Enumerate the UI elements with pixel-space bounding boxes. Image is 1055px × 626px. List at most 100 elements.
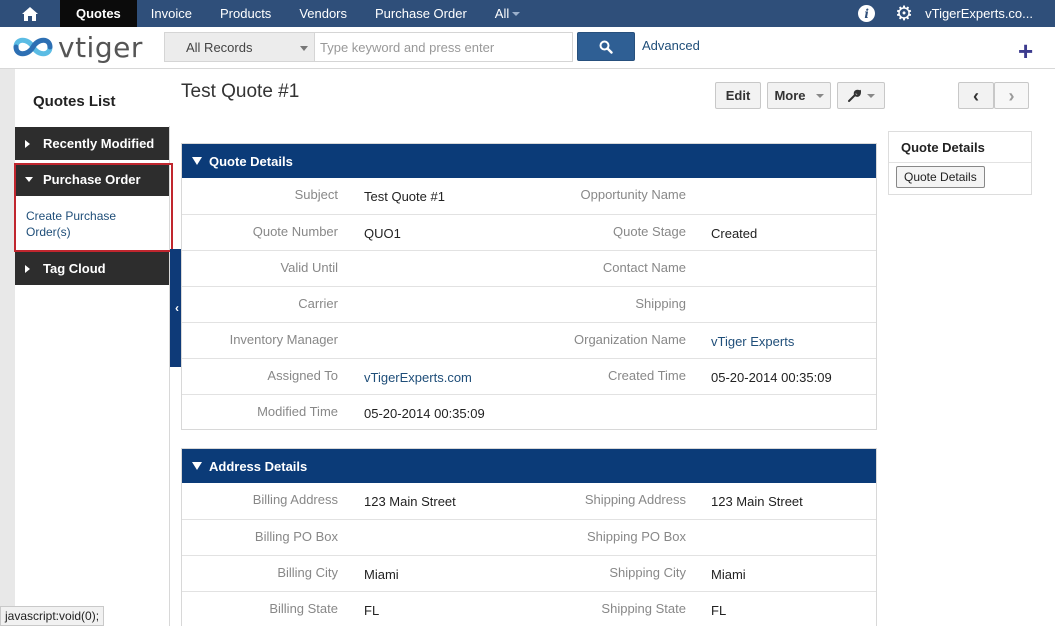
field-value[interactable]: vTiger Experts xyxy=(711,334,794,349)
detail-row: Billing City Miami Shipping City Miami xyxy=(182,555,876,591)
create-purchase-order-link[interactable]: Create Purchase Order(s) xyxy=(26,208,161,240)
more-button[interactable]: More xyxy=(767,82,831,109)
sidebar-section-tag-cloud[interactable]: Tag Cloud xyxy=(15,252,169,285)
detail-row: Quote Number QUO1 Quote Stage Created xyxy=(182,214,876,250)
chevron-right-icon: › xyxy=(1008,85,1015,106)
field-label: Organization Name xyxy=(574,332,686,347)
detail-row: Carrier Shipping xyxy=(182,286,876,322)
field-value: QUO1 xyxy=(364,226,401,241)
logo-icon xyxy=(13,37,53,57)
nav-quotes[interactable]: Quotes xyxy=(60,0,137,27)
filter-value: All Records xyxy=(186,40,253,55)
field-value: Miami xyxy=(364,567,399,582)
field-label: Shipping Address xyxy=(584,492,686,507)
advanced-search-link[interactable]: Advanced xyxy=(642,38,700,53)
sidebar: Quotes List Recently Modified Purchase O… xyxy=(0,69,170,626)
field-label: Assigned To xyxy=(267,368,338,383)
chevron-down-icon xyxy=(300,46,308,51)
nav-products[interactable]: Products xyxy=(206,0,285,27)
field-label: Valid Until xyxy=(280,260,338,275)
detail-row: Inventory Manager Organization Name vTiger… xyxy=(182,322,876,358)
next-record-button[interactable]: › xyxy=(994,82,1029,109)
field-value: 123 Main Street xyxy=(711,494,803,509)
browser-status-bar: javascript:void(0); xyxy=(0,606,105,626)
quote-details-header[interactable]: Quote Details xyxy=(182,144,876,178)
quote-details-button[interactable]: Quote Details xyxy=(896,166,985,188)
sidebar-section-purchase-order[interactable]: Purchase Order xyxy=(15,163,169,196)
previous-record-button[interactable]: ‹ xyxy=(958,82,994,109)
section-label: Recently Modified xyxy=(43,136,155,151)
detail-row: Billing Address 123 Main Street Shipping A… xyxy=(182,483,876,519)
top-nav-bar: Quotes Invoice Products Vendors Purchase… xyxy=(0,0,1055,27)
search-icon xyxy=(599,40,613,54)
nav-vendors[interactable]: Vendors xyxy=(285,0,361,27)
chevron-down-icon xyxy=(25,177,33,182)
record-filter-select[interactable]: All Records xyxy=(164,32,314,62)
detail-row: Assigned To vTigerExperts.com Created Time… xyxy=(182,358,876,394)
field-label: Contact Name xyxy=(602,260,686,275)
chevron-down-icon xyxy=(867,93,875,98)
field-label: Opportunity Name xyxy=(580,187,687,202)
field-label: Shipping PO Box xyxy=(586,529,686,544)
related-panel: Quote Details Quote Details xyxy=(888,131,1032,195)
field-value: FL xyxy=(364,603,380,618)
field-label: Modified Time xyxy=(257,404,338,419)
field-label: Subject xyxy=(294,187,338,202)
nav-purchase-order[interactable]: Purchase Order xyxy=(361,0,481,27)
vtiger-logo[interactable]: vtiger xyxy=(10,30,143,64)
collapse-triangle-icon xyxy=(192,157,202,165)
logo-text: vtiger xyxy=(58,30,143,64)
quote-details-block: Quote Details Subject Test Quote #1 Opport… xyxy=(181,143,877,430)
field-label: Shipping xyxy=(635,296,686,311)
detail-row: Valid Until Contact Name xyxy=(182,250,876,286)
chevron-down-icon xyxy=(512,11,521,16)
field-value: Created xyxy=(711,226,758,241)
info-icon[interactable]: i xyxy=(858,5,876,22)
record-title: Test Quote #1 xyxy=(181,81,300,102)
more-label: More xyxy=(774,88,806,103)
field-value: Test Quote #1 xyxy=(364,189,445,204)
home-icon[interactable] xyxy=(0,0,60,27)
sidebar-shade xyxy=(0,69,15,626)
nav-all-label: All xyxy=(494,6,510,21)
nav-invoice[interactable]: Invoice xyxy=(137,0,206,27)
related-panel-title: Quote Details xyxy=(889,132,1031,163)
nav-all-menu[interactable]: All xyxy=(481,0,534,27)
detail-row: Modified Time 05-20-2014 00:35:09 xyxy=(182,394,876,430)
gear-icon[interactable]: ⚙ xyxy=(895,4,913,24)
field-label: Shipping State xyxy=(601,601,686,616)
chevron-right-icon xyxy=(25,265,30,273)
wrench-icon xyxy=(848,89,861,102)
settings-dropdown-button[interactable] xyxy=(837,82,885,109)
field-label: Shipping City xyxy=(609,565,686,580)
chevron-left-icon: ‹ xyxy=(175,301,179,315)
field-label: Billing Address xyxy=(252,492,338,507)
user-menu[interactable]: vTigerExperts.co... xyxy=(925,6,1033,21)
sidebar-title[interactable]: Quotes List xyxy=(15,69,170,126)
detail-row: Subject Test Quote #1 Opportunity Name xyxy=(182,178,876,214)
chevron-left-icon: ‹ xyxy=(973,85,979,106)
block-title: Address Details xyxy=(209,458,308,474)
plus-icon[interactable]: + xyxy=(1018,38,1033,64)
field-label: Billing City xyxy=(277,565,338,580)
search-button[interactable] xyxy=(577,32,635,61)
field-label: Created Time xyxy=(607,368,686,383)
detail-row: Billing State FL Shipping State FL xyxy=(182,591,876,626)
detail-row: Billing PO Box Shipping PO Box xyxy=(182,519,876,555)
block-title: Quote Details xyxy=(209,153,293,169)
field-value: 05-20-2014 00:35:09 xyxy=(364,406,485,421)
edit-button[interactable]: Edit xyxy=(715,82,761,109)
section-label: Tag Cloud xyxy=(43,261,106,276)
field-value: FL xyxy=(711,603,727,618)
field-value: 05-20-2014 00:35:09 xyxy=(711,370,832,385)
field-label: Quote Number xyxy=(252,224,338,239)
field-label: Billing State xyxy=(269,601,338,616)
sidebar-section-recently-modified[interactable]: Recently Modified xyxy=(15,127,169,160)
field-label: Inventory Manager xyxy=(229,332,338,347)
field-value[interactable]: vTigerExperts.com xyxy=(364,370,472,385)
field-label: Carrier xyxy=(298,296,338,311)
address-details-header[interactable]: Address Details xyxy=(182,449,876,483)
search-input[interactable] xyxy=(314,32,573,62)
field-value: 123 Main Street xyxy=(364,494,456,509)
field-label: Quote Stage xyxy=(613,224,686,239)
